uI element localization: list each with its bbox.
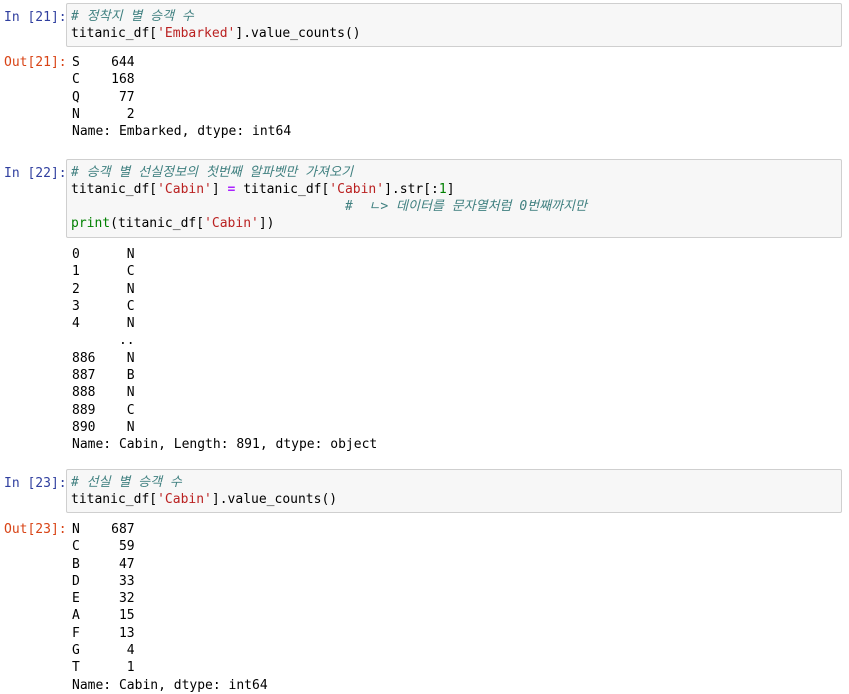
input-prompt: In [21]: (4, 10, 67, 25)
output-line: E 32 (72, 591, 135, 607)
code-comment: # ㄴ> 데이터를 문자열처럼 0번째까지만 (344, 199, 587, 214)
cell-output: N 687 C 59 B 47 D 33 E 32 A 15 F 13 G 4 … (72, 521, 842, 694)
code-line: titanic_df['Cabin'] = titanic_df['Cabin'… (71, 181, 837, 198)
code-token: titanic_df[ (71, 182, 158, 197)
code-token: (titanic_df[ (110, 216, 205, 231)
code-string: 'Cabin' (157, 492, 212, 507)
code-line: # ㄴ> 데이터를 문자열처럼 0번째까지만 (71, 198, 837, 215)
output-line: Name: Embarked, dtype: int64 (72, 124, 292, 140)
code-string: 'Embarked' (157, 26, 236, 41)
cell-output: S 644 C 168 Q 77 N 2 Name: Embarked, dty… (72, 54, 842, 140)
code-token: ].str[: (384, 182, 439, 197)
code-line: titanic_df['Cabin'].value_counts() (71, 491, 837, 508)
code-number: 1 (438, 182, 447, 197)
input-prompt: In [23]: (4, 476, 67, 491)
code-token: ]) (258, 216, 275, 231)
output-prompt: Out[21]: (4, 55, 67, 70)
code-line: # 선실 별 승객 수 (71, 474, 837, 491)
code-token: titanic_df[ (71, 492, 158, 507)
code-token: ] (211, 182, 228, 197)
code-comment: # 승객 별 선실정보의 첫번째 알파벳만 가져오기 (71, 165, 354, 180)
code-string: 'Cabin' (157, 182, 212, 197)
output-line: 887 B (72, 368, 135, 384)
output-line: N 687 (72, 522, 135, 537)
code-input-area[interactable]: # 선실 별 승객 수 titanic_df['Cabin'].value_co… (66, 469, 842, 513)
code-token: ].value_counts() (235, 26, 361, 41)
output-line: S 644 (72, 55, 135, 70)
output-line: 0 N (72, 247, 135, 262)
output-line: Name: Cabin, Length: 891, dtype: object (72, 437, 378, 453)
code-token: titanic_df[ (71, 26, 158, 41)
output-line: A 15 (72, 608, 135, 624)
code-token: ].value_counts() (211, 492, 338, 507)
output-line: 886 N (72, 350, 135, 366)
output-line: C 59 (72, 539, 135, 555)
cell-output: 0 N 1 C 2 N 3 C 4 N .. 886 N 887 B 888 N… (72, 246, 842, 454)
code-line: # 승객 별 선실정보의 첫번째 알파벳만 가져오기 (71, 164, 837, 181)
input-prompt: In [22]: (4, 166, 67, 181)
output-line: N 2 (72, 106, 135, 122)
output-line: B 47 (72, 556, 135, 572)
code-input-area[interactable]: # 정착지 별 승객 수 titanic_df['Embarked'].valu… (66, 3, 842, 47)
output-line: 890 N (72, 419, 135, 435)
output-line: 3 C (72, 298, 135, 314)
code-token: titanic_df[ (235, 182, 330, 197)
output-line: G 4 (72, 643, 135, 659)
output-line: F 13 (72, 625, 135, 641)
output-line: .. (72, 333, 135, 349)
output-line: D 33 (72, 573, 135, 589)
output-line: T 1 (72, 660, 135, 676)
code-comment: # 선실 별 승객 수 (71, 475, 182, 490)
code-comment: # 정착지 별 승객 수 (71, 9, 194, 24)
code-line: titanic_df['Embarked'].value_counts() (71, 25, 837, 42)
output-line: 4 N (72, 316, 135, 332)
output-line: Name: Cabin, dtype: int64 (72, 677, 268, 693)
code-line: print(titanic_df['Cabin']) (71, 215, 837, 232)
code-builtin: print (71, 216, 111, 231)
code-input-area[interactable]: # 승객 별 선실정보의 첫번째 알파벳만 가져오기 titanic_df['C… (66, 159, 842, 238)
output-line: C 168 (72, 72, 135, 88)
code-token: ] (446, 182, 455, 197)
output-line: Q 77 (72, 89, 135, 105)
output-line: 1 C (72, 264, 135, 280)
code-line: # 정착지 별 승객 수 (71, 8, 837, 25)
output-prompt: Out[23]: (4, 522, 67, 537)
output-line: 889 C (72, 402, 135, 418)
output-line: 888 N (72, 385, 135, 401)
code-string: 'Cabin' (329, 182, 385, 197)
code-string: 'Cabin' (204, 216, 259, 231)
output-line: 2 N (72, 281, 135, 297)
